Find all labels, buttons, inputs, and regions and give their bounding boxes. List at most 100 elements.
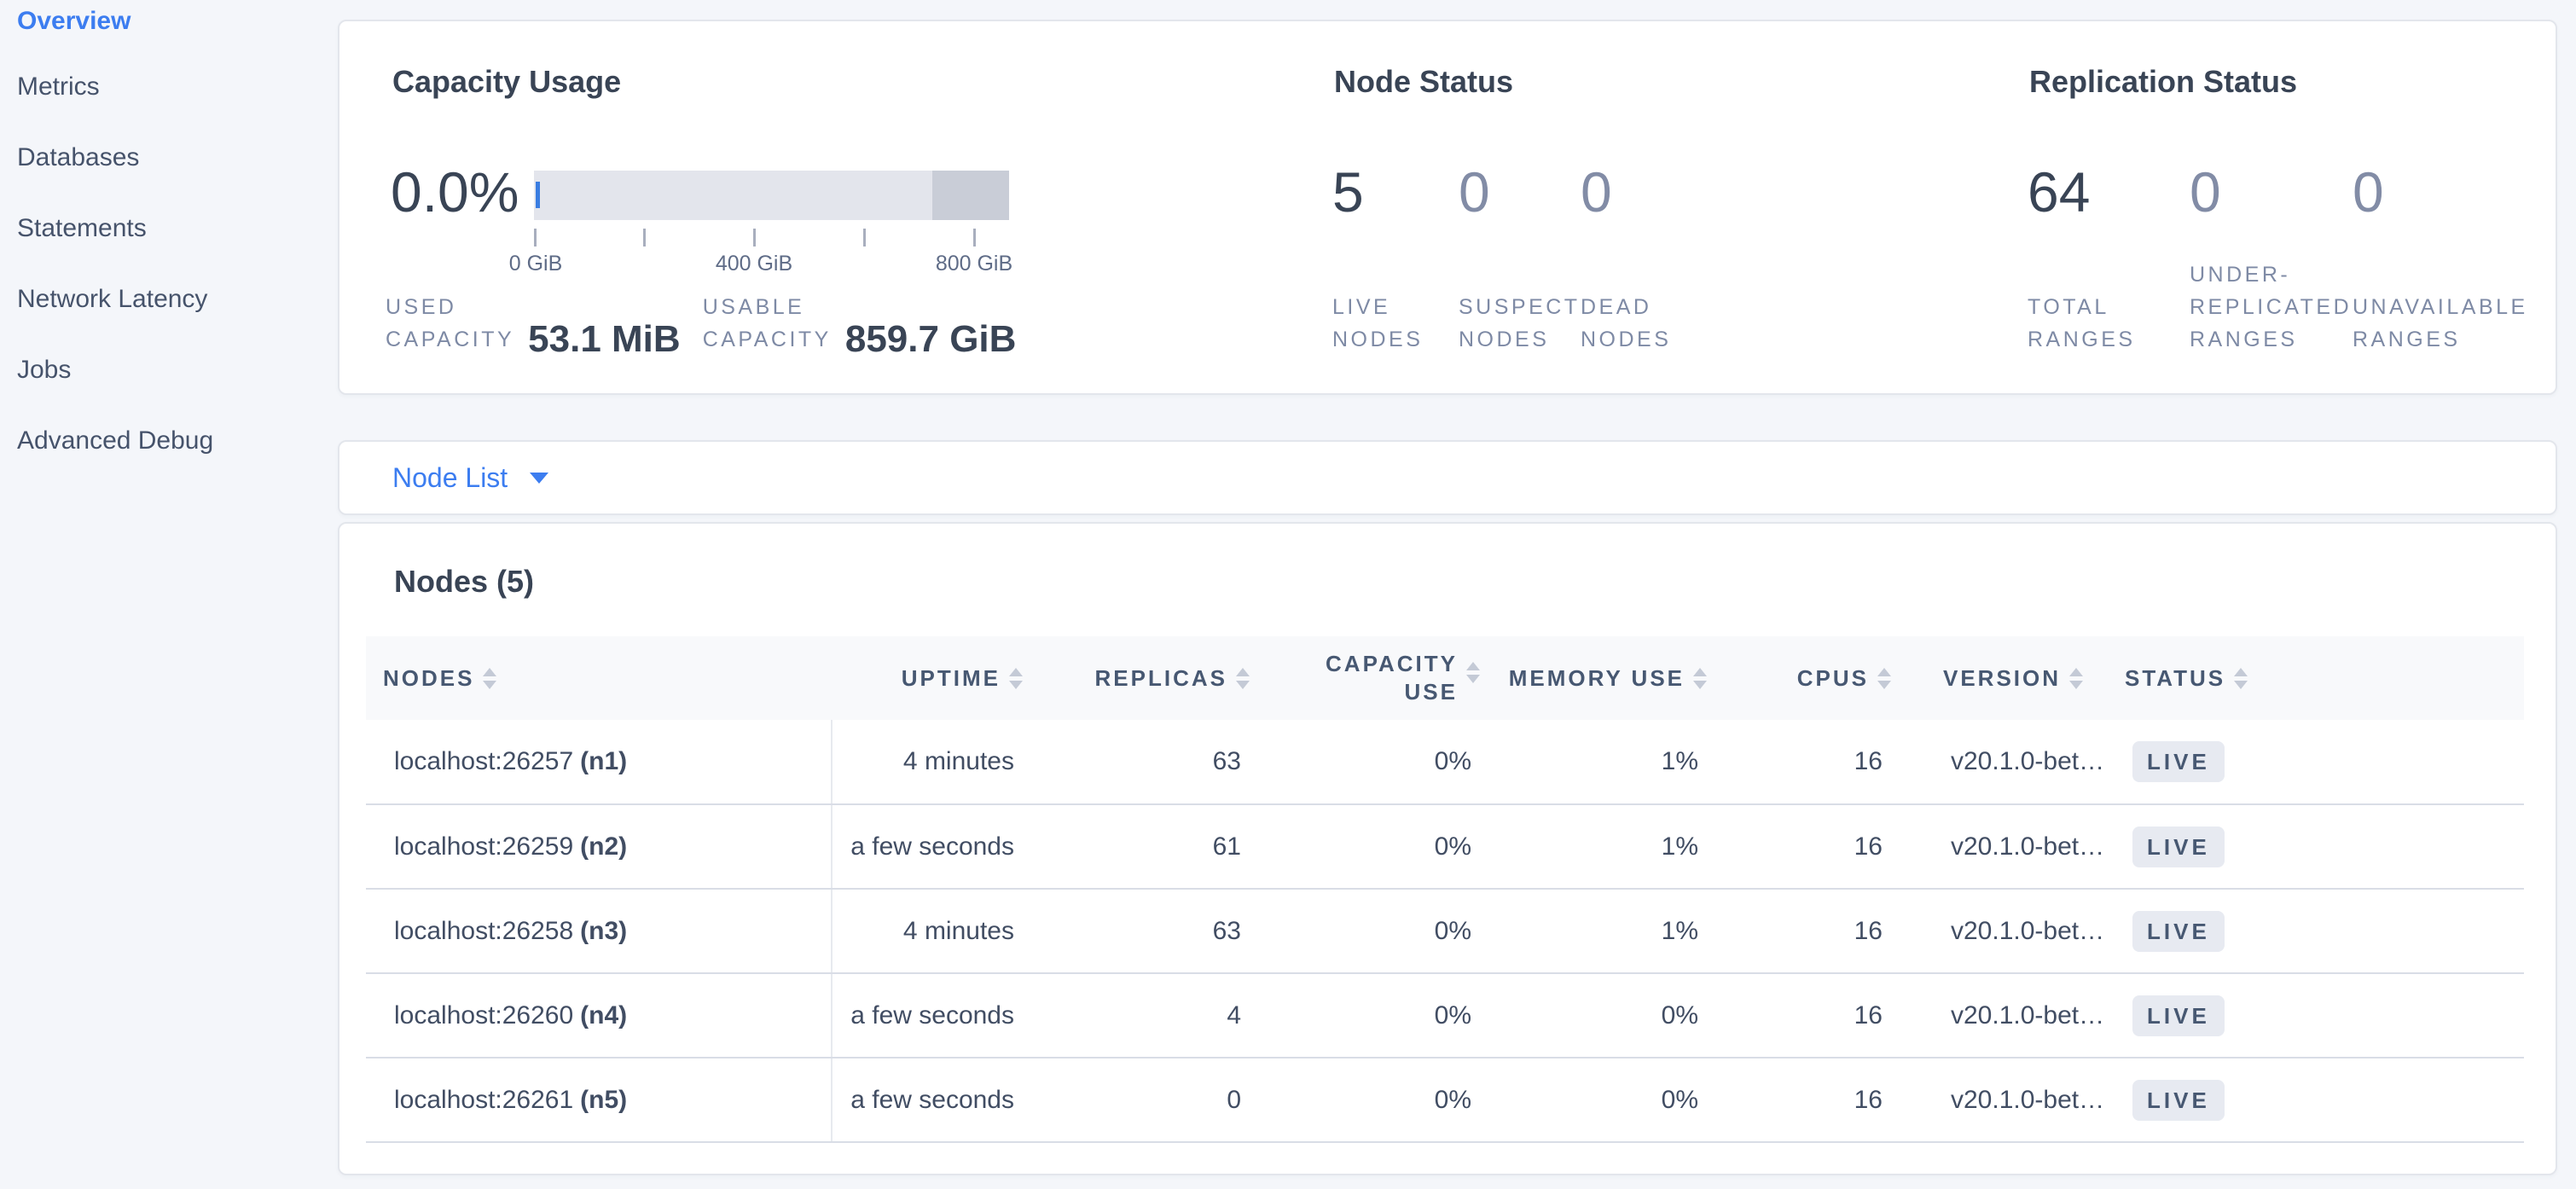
table-row: localhost:26257(n1) 4 minutes 63 0% 1% 1… xyxy=(366,720,2524,804)
cpus-cell: 16 xyxy=(1714,804,1913,889)
nodes-table: NODES UPTIME REPLICAS CAPACITY USE MEMOR… xyxy=(366,636,2524,1143)
status-badge: LIVE xyxy=(2132,741,2225,782)
unavailable-ranges-value: 0 xyxy=(2353,161,2384,223)
axis-label-800: 800 GiB xyxy=(936,252,1012,276)
version-cell: v20.1.0-bet… xyxy=(1913,973,2103,1058)
nodes-table-title: Nodes (5) xyxy=(394,563,2556,600)
version-cell: v20.1.0-bet… xyxy=(1913,720,2103,804)
live-nodes-value: 5 xyxy=(1332,161,1364,223)
cpus-cell: 16 xyxy=(1714,889,1913,973)
sidebar: Overview Metrics Databases Statements Ne… xyxy=(0,0,338,1189)
sort-icon xyxy=(1009,668,1023,689)
replicas-cell: 4 xyxy=(1030,973,1256,1058)
replicas-cell: 61 xyxy=(1030,804,1256,889)
cluster-summary-card: Capacity Usage 0.0% 0 GiB 400 GiB 800 Gi… xyxy=(338,20,2557,395)
sidebar-item-jobs[interactable]: Jobs xyxy=(0,334,338,405)
capacity-use-cell: 0% xyxy=(1256,973,1487,1058)
replicas-cell: 63 xyxy=(1030,889,1256,973)
node-id: (n2) xyxy=(580,832,627,861)
memory-use-cell: 1% xyxy=(1487,720,1714,804)
table-row: localhost:26258(n3) 4 minutes 63 0% 1% 1… xyxy=(366,889,2524,973)
node-address-link[interactable]: localhost:26258 xyxy=(394,917,573,945)
node-address-link[interactable]: localhost:26261 xyxy=(394,1086,573,1114)
column-header-status[interactable]: STATUS xyxy=(2103,636,2524,720)
axis-tick-600 xyxy=(863,229,866,246)
node-id: (n1) xyxy=(580,747,627,775)
uptime-cell: a few seconds xyxy=(832,973,1030,1058)
node-list-dropdown[interactable]: Node List xyxy=(392,462,508,494)
table-row: localhost:26260(n4) a few seconds 4 0% 0… xyxy=(366,973,2524,1058)
status-badge: LIVE xyxy=(2132,1080,2225,1121)
table-header-row: NODES UPTIME REPLICAS CAPACITY USE MEMOR… xyxy=(366,636,2524,720)
node-address-link[interactable]: localhost:26257 xyxy=(394,747,573,775)
column-header-nodes[interactable]: NODES xyxy=(366,636,832,720)
node-status-section: Node Status 5 LIVE NODES 0 SUSPECT NODES… xyxy=(1332,21,2015,393)
axis-tick-400 xyxy=(753,229,756,246)
sort-icon xyxy=(483,668,496,689)
sidebar-item-statements[interactable]: Statements xyxy=(0,193,338,264)
cpus-cell: 16 xyxy=(1714,1058,1913,1142)
chevron-down-icon[interactable] xyxy=(530,473,548,484)
sidebar-item-metrics[interactable]: Metrics xyxy=(0,51,338,122)
capacity-usage-section: Capacity Usage 0.0% 0 GiB 400 GiB 800 Gi… xyxy=(391,21,1329,393)
capacity-bar-used-marker xyxy=(536,182,540,208)
version-cell: v20.1.0-bet… xyxy=(1913,889,2103,973)
version-cell: v20.1.0-bet… xyxy=(1913,1058,2103,1142)
axis-label-0: 0 GiB xyxy=(509,252,563,276)
uptime-cell: a few seconds xyxy=(832,1058,1030,1142)
node-address-link[interactable]: localhost:26259 xyxy=(394,832,573,861)
usable-capacity-label: USABLE CAPACITY xyxy=(703,291,832,356)
uptime-cell: 4 minutes xyxy=(832,720,1030,804)
uptime-cell: a few seconds xyxy=(832,804,1030,889)
capacity-bar-reserved-segment xyxy=(932,171,1009,220)
axis-tick-200 xyxy=(643,229,646,246)
capacity-details: USED CAPACITY 53.1 MiB USABLE CAPACITY 8… xyxy=(386,291,1016,356)
capacity-usage-bar-chart: 0 GiB 400 GiB 800 GiB xyxy=(534,171,1009,220)
suspect-nodes-label: SUSPECT NODES xyxy=(1459,291,1581,356)
sort-icon xyxy=(1466,662,1480,683)
capacity-usage-title: Capacity Usage xyxy=(392,64,621,100)
column-header-replicas[interactable]: REPLICAS xyxy=(1030,636,1256,720)
table-row: localhost:26261(n5) a few seconds 0 0% 0… xyxy=(366,1058,2524,1142)
total-ranges-value: 64 xyxy=(2028,161,2090,223)
used-capacity-value: 53.1 MiB xyxy=(528,322,681,357)
sort-icon xyxy=(1877,668,1891,689)
column-header-capacity-use[interactable]: CAPACITY USE xyxy=(1256,636,1487,720)
sidebar-item-databases[interactable]: Databases xyxy=(0,122,338,193)
replication-status-title: Replication Status xyxy=(2029,64,2297,100)
status-badge: LIVE xyxy=(2132,995,2225,1036)
column-header-uptime[interactable]: UPTIME xyxy=(832,636,1030,720)
status-badge: LIVE xyxy=(2132,826,2225,867)
capacity-use-cell: 0% xyxy=(1256,804,1487,889)
replicas-cell: 0 xyxy=(1030,1058,1256,1142)
axis-tick-0 xyxy=(534,229,537,246)
cpus-cell: 16 xyxy=(1714,973,1913,1058)
column-header-version[interactable]: VERSION xyxy=(1913,636,2103,720)
table-row: localhost:26259(n2) a few seconds 61 0% … xyxy=(366,804,2524,889)
column-header-memory-use[interactable]: MEMORY USE xyxy=(1487,636,1714,720)
dead-nodes-value: 0 xyxy=(1581,161,1612,223)
memory-use-cell: 0% xyxy=(1487,1058,1714,1142)
node-id: (n5) xyxy=(580,1086,627,1114)
usable-capacity-value: 859.7 GiB xyxy=(845,322,1017,357)
sidebar-item-network-latency[interactable]: Network Latency xyxy=(0,264,338,334)
sidebar-item-advanced-debug[interactable]: Advanced Debug xyxy=(0,405,338,476)
suspect-nodes-value: 0 xyxy=(1459,161,1490,223)
sidebar-item-overview[interactable]: Overview xyxy=(0,0,338,51)
node-id: (n4) xyxy=(580,1001,627,1030)
replication-status-section: Replication Status 64 TOTAL RANGES 0 UND… xyxy=(2028,21,2556,393)
sort-icon xyxy=(1693,668,1707,689)
version-cell: v20.1.0-bet… xyxy=(1913,804,2103,889)
sort-icon xyxy=(2234,668,2248,689)
node-address-link[interactable]: localhost:26260 xyxy=(394,1001,573,1030)
node-status-title: Node Status xyxy=(1334,64,1513,100)
capacity-use-cell: 0% xyxy=(1256,1058,1487,1142)
uptime-cell: 4 minutes xyxy=(832,889,1030,973)
node-id: (n3) xyxy=(580,917,627,945)
dead-nodes-label: DEAD NODES xyxy=(1581,291,1671,356)
capacity-used-percent: 0.0% xyxy=(391,161,519,223)
axis-tick-800 xyxy=(973,229,976,246)
capacity-use-cell: 0% xyxy=(1256,889,1487,973)
axis-label-400: 400 GiB xyxy=(716,252,792,276)
column-header-cpus[interactable]: CPUS xyxy=(1714,636,1913,720)
